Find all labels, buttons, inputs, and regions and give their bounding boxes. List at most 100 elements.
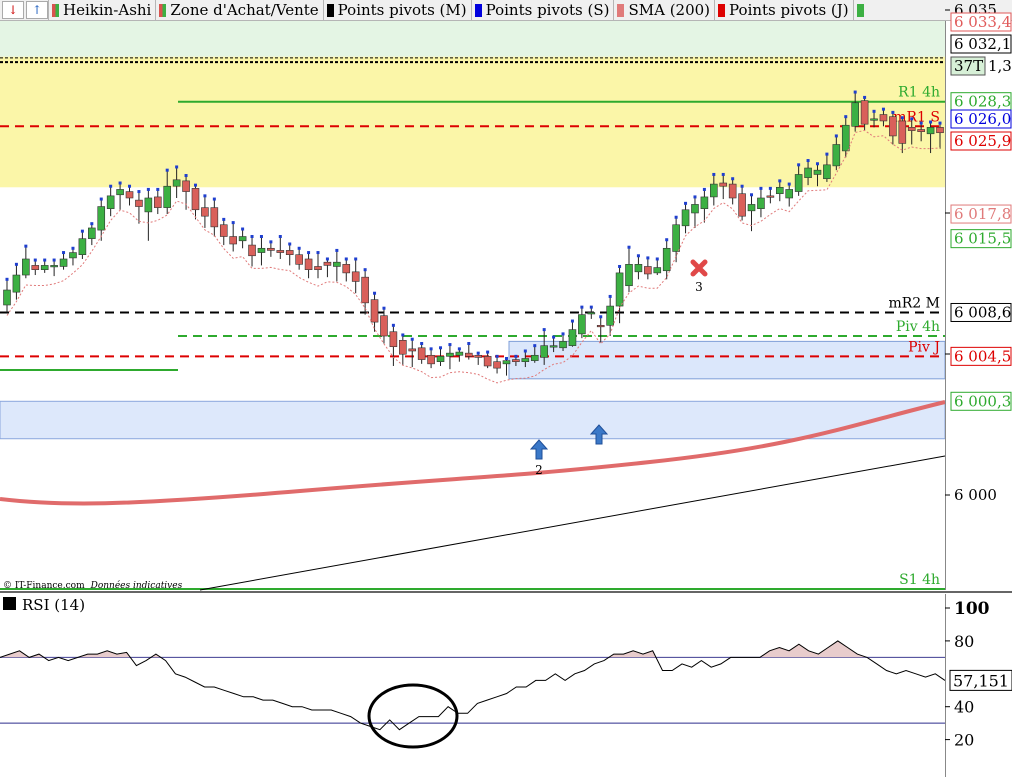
resistance-band — [0, 21, 945, 57]
candle-body — [88, 227, 96, 239]
candle-high-marker — [570, 319, 574, 323]
candle-high-marker — [740, 184, 744, 188]
candle-high-marker — [99, 197, 103, 201]
candle-high-marker — [938, 121, 942, 125]
candle-high-marker — [580, 305, 584, 309]
candle-body — [436, 356, 445, 363]
candle-high-marker — [109, 184, 113, 188]
candle-body — [408, 348, 417, 352]
candle-body — [172, 179, 181, 187]
candle-body — [634, 264, 643, 273]
candle-body — [898, 120, 907, 144]
candle-body — [12, 274, 21, 293]
candle-high-marker — [24, 244, 28, 248]
candle-high-marker — [373, 291, 377, 295]
candle-high-marker — [401, 333, 405, 337]
candle-body — [662, 247, 671, 272]
candle-body — [493, 361, 501, 369]
rsi-plot-area — [0, 594, 945, 777]
candle-body — [766, 195, 775, 198]
candle-body — [851, 102, 859, 127]
candle-high-marker — [231, 221, 235, 225]
candle-high-marker — [533, 344, 537, 348]
candle-body — [907, 127, 916, 131]
candle-body — [606, 305, 614, 326]
candle-high-marker — [325, 257, 329, 261]
candle-high-marker — [504, 356, 508, 360]
candle-body — [163, 185, 172, 208]
candle-body — [785, 189, 794, 199]
candle-high-marker — [731, 177, 735, 181]
candle-body — [31, 265, 40, 270]
candle-body — [219, 224, 228, 237]
candle-body — [926, 127, 935, 135]
candle-high-marker — [815, 162, 819, 166]
timer-label: 37T — [954, 57, 983, 75]
candle-high-marker — [363, 268, 367, 272]
buy-zone — [0, 400, 946, 440]
candle-high-marker — [844, 115, 848, 119]
candle-high-marker — [561, 332, 565, 336]
candle-high-marker — [71, 246, 75, 250]
price-panel: R1 4hmR1 SmR2 MPiv 4hPiv JS1 4h23© IT-Fi… — [0, 1, 1012, 591]
candle-high-marker — [863, 95, 867, 99]
candle-body — [106, 195, 115, 209]
candle-high-marker — [900, 116, 904, 120]
candle-body — [229, 236, 237, 245]
candle-high-marker — [146, 187, 150, 191]
candle-body — [823, 164, 831, 180]
candle-high-marker — [344, 257, 348, 261]
candle-high-marker — [872, 109, 876, 113]
candle-high-marker — [589, 305, 593, 309]
candle-body — [191, 188, 200, 211]
price-tick-label: 6 000 — [954, 486, 997, 504]
candle-high-marker — [128, 184, 132, 188]
rsi-title: RSI (14) — [22, 596, 85, 614]
candle-body — [512, 359, 520, 362]
rsi-panel: RSI (14) 100 80 40 20 57,151 — [0, 591, 1012, 777]
rsi-tick-label: 80 — [954, 632, 974, 651]
candle-body — [238, 236, 247, 242]
rsi-tick-label: 40 — [954, 698, 974, 717]
candle-high-marker — [391, 323, 395, 327]
candle-body — [69, 252, 77, 259]
candle-body — [361, 276, 369, 304]
candle-body — [719, 182, 728, 187]
candle-high-marker — [627, 245, 631, 249]
candle-high-marker — [646, 256, 650, 260]
candle-body — [285, 250, 294, 255]
candle-high-marker — [316, 251, 320, 255]
candle-body — [672, 224, 680, 252]
timer-value: 1,3 — [988, 57, 1012, 75]
candle-body — [446, 352, 454, 357]
candle-high-marker — [439, 346, 443, 350]
pivot-label: mR2 M — [888, 295, 940, 311]
candle-high-marker — [834, 134, 838, 138]
copyright-label: © IT-Finance.com — [3, 581, 85, 591]
candle-body — [615, 272, 624, 307]
price-marker-label: 6 000,3 — [954, 392, 1011, 410]
candle-high-marker — [382, 306, 386, 310]
candle-body — [50, 265, 58, 268]
copyright-text: © IT-Finance.com Données indicatives — [3, 580, 183, 591]
pivot-label: R1 4h — [898, 85, 940, 101]
signal-label: 3 — [695, 280, 703, 294]
chart-canvas: R1 4hmR1 SmR2 MPiv 4hPiv JS1 4h23© IT-Fi… — [0, 1, 1012, 777]
candle-high-marker — [618, 264, 622, 268]
candle-high-marker — [797, 163, 801, 167]
price-marker-label: 6 008,6 — [954, 303, 1011, 321]
candle-high-marker — [806, 159, 810, 163]
rsi-tick-label: 20 — [954, 731, 974, 750]
candle-high-marker — [787, 182, 791, 186]
candle-high-marker — [269, 240, 273, 244]
candle-high-marker — [778, 179, 782, 183]
candle-high-marker — [288, 242, 292, 246]
candle-body — [267, 247, 275, 251]
candle-high-marker — [486, 350, 490, 354]
candle-body — [549, 345, 558, 348]
candle-high-marker — [184, 174, 188, 178]
candle-body — [691, 204, 699, 214]
candle-high-marker — [599, 315, 603, 319]
candle-body — [78, 238, 87, 255]
candle-body — [464, 352, 473, 357]
